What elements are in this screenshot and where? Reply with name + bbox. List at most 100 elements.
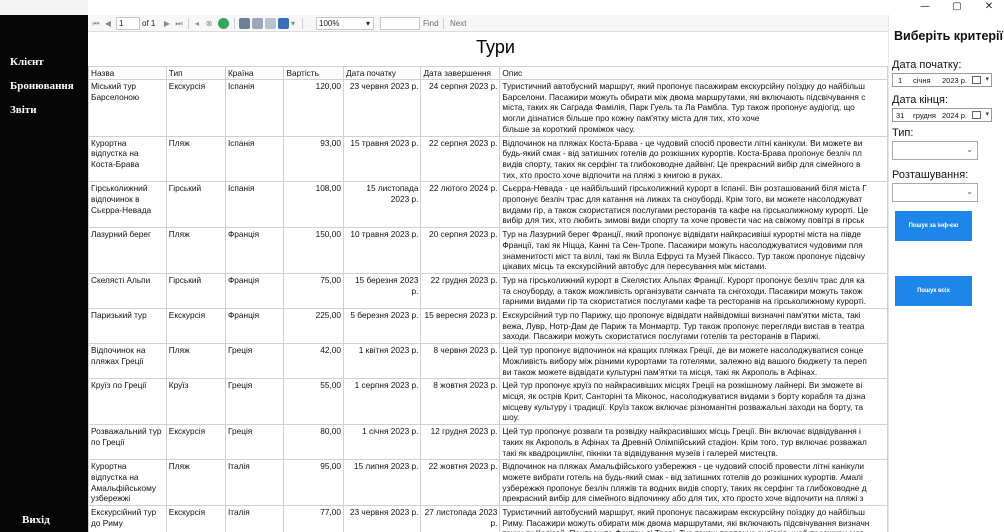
- start-date-label: Дата початку:: [892, 59, 962, 71]
- chevron-down-icon[interactable]: ▾: [985, 75, 989, 83]
- criteria-panel: Виберіть критерії Дата початку: 1 січня …: [888, 15, 1004, 532]
- table-row: Паризький тур Екскурсія Франція 225,00 5 бер…: [88, 308, 888, 345]
- print-layout-icon[interactable]: [252, 18, 263, 29]
- previous-page-icon[interactable]: ◀: [103, 17, 113, 30]
- cell-name: Курортна відпустка на Амальфійському узб…: [88, 459, 167, 507]
- sidebar-item-reports[interactable]: Звіти: [10, 104, 37, 116]
- cell-description: Тур на Лазурний берег Франції, який проп…: [499, 227, 888, 274]
- cell-description: Туристичний автобусний маршрут, який про…: [499, 79, 888, 137]
- back-icon[interactable]: ◂: [192, 17, 202, 30]
- cell-name: Лазурний берег: [88, 227, 167, 274]
- table-row: Гірськолижний відпочинок в Сьєрра-Невада…: [88, 181, 888, 229]
- page-number-input[interactable]: [116, 17, 140, 30]
- cell-end-date: 22 лютого 2024 р.: [420, 181, 501, 229]
- start-date-month[interactable]: січня: [913, 76, 931, 85]
- end-date-month[interactable]: грудня: [913, 111, 936, 120]
- chevron-down-icon: ⌄: [966, 145, 973, 154]
- report-viewer[interactable]: Тури Назва Тип Країна Вартість Дата поча…: [88, 32, 888, 532]
- search-by-info-button[interactable]: Пошук за інф-єю: [895, 211, 972, 241]
- description-line: місця, як острів Крит, Санторіні та Міко…: [502, 390, 866, 401]
- cell-country: Італія: [224, 505, 285, 532]
- description-line: Туристичний автобусний маршрут, який про…: [502, 507, 865, 518]
- cell-name: Відпочинок на пляжах Греції: [88, 343, 167, 380]
- cell-price: 120,00: [283, 79, 344, 137]
- export-icon[interactable]: [278, 18, 289, 29]
- column-header-type: Тип: [165, 66, 226, 80]
- tours-table-body: Міський тур Барселоною Екскурсія Іспанія 12…: [88, 79, 888, 532]
- cell-country: Іспанія: [224, 79, 285, 137]
- exit-button[interactable]: Вихід: [22, 514, 50, 526]
- description-line: Цей тур пропонує відпочинок на кращих пл…: [502, 345, 864, 356]
- start-date-day[interactable]: 1: [898, 76, 902, 85]
- column-header-start-date: Дата початку: [342, 66, 422, 80]
- maximize-button[interactable]: ▢: [942, 0, 972, 15]
- report-toolbar: ⏮ ◀ of 1 ▶ ⏭ ◂ ⊗ ▾ 100% ▾ Find Next: [88, 15, 888, 32]
- calendar-icon[interactable]: [972, 76, 981, 84]
- cell-end-date: 27 листопада 2023 р.: [420, 505, 501, 532]
- cell-type: Гірський: [165, 272, 226, 310]
- description-line: міста, таких як Саграда Фамілія, Парк Гу…: [502, 102, 855, 113]
- cell-name: Скелясті Альпи: [88, 272, 167, 310]
- stop-icon[interactable]: ⊗: [204, 17, 214, 30]
- description-line: узбережжя пропонує безліч пляжів та водн…: [502, 482, 867, 493]
- find-link[interactable]: Find: [423, 17, 439, 30]
- first-page-icon[interactable]: ⏮: [91, 17, 101, 30]
- cell-start-date: 15 березня 2023 р.: [342, 272, 422, 310]
- page-setup-icon[interactable]: [265, 18, 276, 29]
- cell-description: Цей тур пропонує круїз по найкрасивіших …: [499, 378, 888, 426]
- next-page-icon[interactable]: ▶: [162, 17, 172, 30]
- type-label: Тип:: [892, 127, 914, 139]
- cell-type: Пляж: [165, 343, 226, 380]
- sidebar-item-booking[interactable]: Бронювання: [10, 80, 74, 92]
- description-line: Риму. Пасажири можуть обирати між двома …: [502, 517, 870, 528]
- cell-country: Італія: [224, 459, 285, 507]
- calendar-icon[interactable]: [972, 111, 981, 119]
- end-date-day[interactable]: 31: [896, 111, 904, 120]
- cell-country: Греція: [224, 424, 285, 461]
- title-bar: — ▢ ✕: [0, 0, 1004, 15]
- cell-type: Гірський: [165, 181, 226, 229]
- cell-description: Тур на гірськолижний курорт в Скелястих …: [499, 272, 888, 310]
- zoom-dropdown-icon: ▾: [365, 19, 370, 28]
- table-row: Міський тур Барселоною Екскурсія Іспанія 12…: [88, 79, 888, 137]
- cell-start-date: 1 квітня 2023 р.: [342, 343, 422, 380]
- start-date-picker[interactable]: 1 січня 2023 р. ▾: [892, 73, 992, 87]
- find-next-link[interactable]: Next: [450, 17, 466, 30]
- cell-type: Екскурсія: [165, 308, 226, 345]
- end-date-year[interactable]: 2024 р.: [942, 111, 967, 120]
- cell-country: Греція: [224, 343, 285, 380]
- minimize-button[interactable]: —: [910, 0, 940, 15]
- zoom-select[interactable]: 100% ▾: [316, 17, 374, 30]
- print-icon[interactable]: [239, 18, 250, 29]
- location-combobox[interactable]: ⌄: [892, 183, 978, 202]
- cell-price: 55,00: [283, 378, 344, 426]
- refresh-icon[interactable]: [218, 18, 229, 29]
- description-line: більше за короткий проміжок часу.: [502, 123, 635, 134]
- cell-name: Гірськолижний відпочинок в Сьєрра-Невада: [88, 181, 167, 229]
- sidebar-item-client[interactable]: Клієнт: [10, 56, 44, 68]
- cell-type: Пляж: [165, 459, 226, 507]
- cell-start-date: 10 травня 2023 р.: [342, 227, 422, 274]
- chevron-down-icon: ⌄: [966, 187, 973, 196]
- cell-type: Екскурсія: [165, 505, 226, 532]
- chevron-down-icon[interactable]: ▾: [985, 110, 989, 118]
- table-row: Екскурсійний тур до Риму Екскурсія Італія 7…: [88, 505, 888, 532]
- last-page-icon[interactable]: ⏭: [174, 17, 184, 30]
- description-line: Цей тур пропонує розваги та розвідку най…: [502, 426, 861, 437]
- find-input[interactable]: [380, 17, 420, 30]
- cell-start-date: 15 травня 2023 р.: [342, 135, 422, 183]
- cell-country: Франція: [224, 272, 285, 310]
- description-line: Барселони. Пасажири можуть обирати між д…: [502, 91, 866, 102]
- cell-end-date: 8 жовтня 2023 р.: [420, 378, 501, 426]
- title-bar-left: [0, 0, 88, 15]
- close-button[interactable]: ✕: [974, 0, 1004, 15]
- cell-country: Франція: [224, 308, 285, 345]
- type-combobox[interactable]: ⌄: [892, 141, 978, 160]
- end-date-picker[interactable]: 31 грудня 2024 р. ▾: [892, 108, 992, 122]
- cell-name: Паризький тур: [88, 308, 167, 345]
- cell-country: Іспанія: [224, 181, 285, 229]
- start-date-year[interactable]: 2023 р.: [942, 76, 967, 85]
- cell-price: 95,00: [283, 459, 344, 507]
- export-dropdown-icon[interactable]: ▾: [289, 17, 297, 30]
- search-all-button[interactable]: Пошук всіх: [895, 276, 972, 306]
